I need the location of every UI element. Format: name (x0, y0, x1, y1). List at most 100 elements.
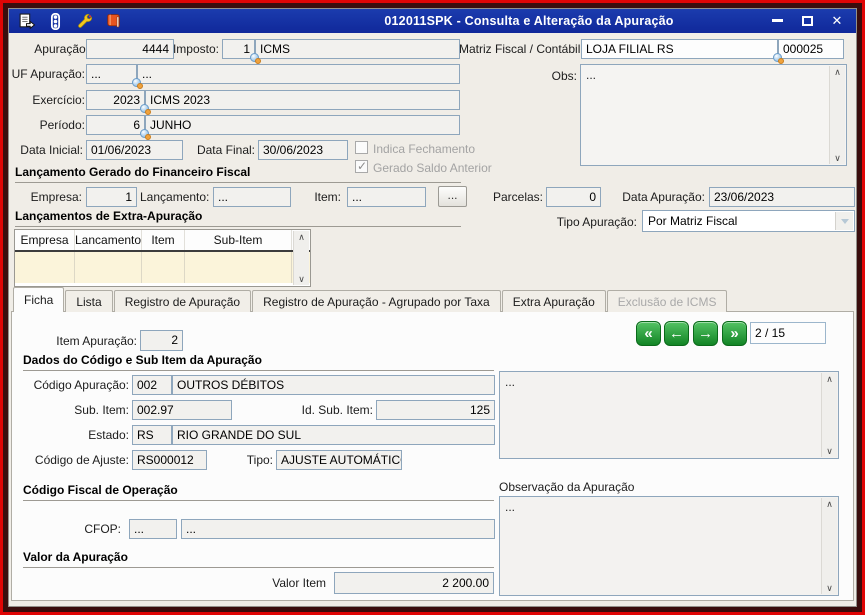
data-inicial-field[interactable]: 01/06/2023 (86, 140, 183, 160)
sub-item-field[interactable]: 002.97 (132, 400, 232, 420)
column-header-item[interactable]: Item (142, 230, 185, 250)
parcelas-field[interactable]: 0 (546, 187, 601, 207)
indica-fechamento-label: Indica Fechamento (373, 142, 476, 156)
table-scrollbar[interactable] (293, 231, 309, 285)
matriz-name-field[interactable]: LOJA FILIAL RS (581, 39, 778, 59)
periodo-lookup-icon[interactable] (140, 129, 151, 140)
tipo-field[interactable]: AJUSTE AUTOMÁTICO (276, 450, 402, 470)
notes-scrollbar[interactable] (821, 373, 837, 457)
cfop-label: CFOP: (84, 522, 121, 536)
record-position-field: 2 / 15 (750, 322, 826, 344)
tipo-apuracao-value: Por Matriz Fiscal (648, 214, 738, 228)
data-inicial-label: Data Inicial: (20, 143, 83, 157)
empresa-label: Empresa: (30, 190, 82, 204)
item-label: Item: (314, 190, 341, 204)
tipo-apuracao-select[interactable]: Por Matriz Fiscal (642, 210, 855, 232)
table-row[interactable] (15, 252, 310, 283)
tab-extra-apuracao[interactable]: Extra Apuração (501, 290, 606, 312)
scroll-up-icon[interactable] (834, 68, 841, 76)
scroll-up-icon[interactable] (826, 375, 833, 383)
apuracao-field[interactable]: 4444 (86, 39, 174, 59)
item-field[interactable]: ... (347, 187, 426, 207)
table-header-row: Empresa Lancamento Item Sub-Item (15, 230, 310, 252)
scroll-down-icon[interactable] (826, 584, 833, 592)
dados-notes-textarea[interactable]: ... (499, 371, 839, 459)
obs-scrollbar[interactable] (829, 66, 845, 164)
codigo-apuracao-code-field[interactable]: 002 (132, 375, 172, 395)
wrench-icon[interactable] (75, 12, 93, 30)
codigo-ajuste-label: Código de Ajuste: (34, 453, 129, 467)
valor-item-field[interactable]: 2 200.00 (334, 572, 494, 594)
nav-prev-button[interactable]: ← (664, 321, 689, 346)
item-apuracao-field[interactable]: 2 (140, 330, 183, 351)
periodo-label: Período: (39, 118, 85, 132)
financeiro-section-title: Lançamento Gerado do Financeiro Fiscal (15, 165, 461, 183)
cfop-desc-field[interactable]: ... (181, 519, 495, 539)
extra-apuracao-table: Empresa Lancamento Item Sub-Item (14, 229, 311, 287)
traffic-light-icon[interactable] (46, 12, 64, 30)
observacao-scrollbar[interactable] (821, 498, 837, 594)
estado-desc-field[interactable]: RIO GRANDE DO SUL (172, 425, 495, 445)
dados-notes-text: ... (505, 375, 516, 389)
codigo-apuracao-desc-field[interactable]: OUTROS DÉBITOS (172, 375, 495, 395)
tipo-label: Tipo: (246, 453, 273, 467)
periodo-code-field[interactable]: 6 (86, 115, 145, 135)
dados-section-title: Dados do Código e Sub Item da Apuração (23, 353, 494, 371)
estado-label: Estado: (88, 428, 129, 442)
scroll-down-icon[interactable] (826, 447, 833, 455)
column-header-subitem[interactable]: Sub-Item (185, 230, 292, 250)
scroll-up-icon[interactable] (298, 233, 305, 241)
exercicio-lookup-icon[interactable] (140, 104, 151, 115)
scroll-down-icon[interactable] (298, 275, 305, 283)
id-sub-item-field[interactable]: 125 (376, 400, 495, 420)
imposto-lookup-icon[interactable] (250, 53, 261, 64)
extra-section-title: Lançamentos de Extra-Apuração (15, 209, 461, 227)
export-document-icon[interactable] (17, 12, 35, 30)
empresa-field[interactable]: 1 (86, 187, 137, 207)
imposto-label: Imposto: (172, 42, 219, 56)
periodo-desc-field[interactable]: JUNHO (145, 115, 460, 135)
obs-textarea[interactable]: ... (580, 64, 847, 166)
imposto-desc-field[interactable]: ICMS (255, 39, 460, 59)
lancamento-field[interactable]: ... (213, 187, 291, 207)
column-header-empresa[interactable]: Empresa (15, 230, 75, 250)
nav-last-button[interactable]: » (722, 321, 747, 346)
matriz-label: Matriz Fiscal / Contábil: (459, 42, 584, 56)
data-apuracao-field[interactable]: 23/06/2023 (709, 187, 855, 207)
tab-lista[interactable]: Lista (65, 290, 113, 312)
matriz-code-field[interactable]: 000025 (778, 39, 844, 59)
tab-ficha[interactable]: Ficha (13, 287, 65, 312)
uf-lookup-icon[interactable] (132, 78, 143, 89)
uf-code-field[interactable]: ... (86, 64, 137, 84)
item-apuracao-label: Item Apuração: (56, 334, 137, 348)
apuracao-label: Apuração: (34, 42, 89, 56)
codigo-ajuste-field[interactable]: RS000012 (132, 450, 207, 470)
exercicio-code-field[interactable]: 2023 (86, 90, 145, 110)
scroll-down-icon[interactable] (834, 154, 841, 162)
exercicio-desc-field[interactable]: ICMS 2023 (145, 90, 460, 110)
cfop-code-field[interactable]: ... (129, 519, 177, 539)
data-final-field[interactable]: 30/06/2023 (258, 140, 348, 160)
screen-frame: 012011SPK - Consulta e Alteração da Apur… (0, 0, 865, 615)
tab-registro-apuracao[interactable]: Registro de Apuração (113, 290, 252, 312)
observacao-textarea[interactable]: ... (499, 496, 839, 596)
matriz-lookup-icon[interactable] (773, 53, 784, 64)
book-icon[interactable] (104, 12, 122, 30)
maximize-button[interactable] (796, 12, 818, 29)
indica-fechamento-checkbox (355, 141, 368, 154)
uf-label: UF Apuração: (11, 67, 85, 81)
scroll-up-icon[interactable] (826, 500, 833, 508)
cell-subitem (185, 252, 292, 283)
close-button[interactable] (826, 12, 848, 29)
nav-next-button[interactable]: → (693, 321, 718, 346)
uf-desc-field[interactable]: ... (137, 64, 460, 84)
item-browse-button[interactable]: ... (438, 186, 467, 207)
column-header-lancamento[interactable]: Lancamento (75, 230, 142, 250)
nav-first-button[interactable]: « (636, 321, 661, 346)
tipo-apuracao-label: Tipo Apuração: (556, 215, 637, 229)
estado-code-field[interactable]: RS (132, 425, 172, 445)
tab-registro-agrupado-taxa[interactable]: Registro de Apuração - Agrupado por Taxa (252, 290, 501, 312)
titlebar: 012011SPK - Consulta e Alteração da Apur… (9, 9, 856, 33)
data-apuracao-label: Data Apuração: (622, 190, 705, 204)
minimize-button[interactable] (766, 12, 788, 29)
